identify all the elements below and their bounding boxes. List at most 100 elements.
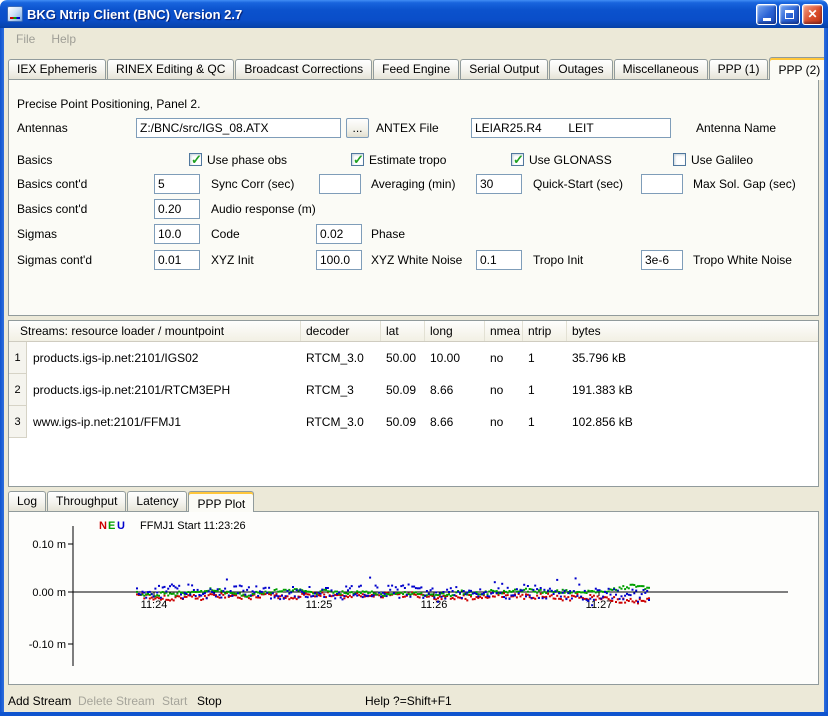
sigma-phase-label: Phase — [371, 224, 405, 244]
cell-decoder: RTCM_3.0 — [301, 342, 381, 374]
main-tabbar: IEX Ephemeris RINEX Editing & QC Broadca… — [8, 56, 820, 79]
sync-corr-label: Sync Corr (sec) — [211, 174, 294, 194]
legend-north: N — [99, 520, 107, 532]
cell-bytes: 35.796 kB — [567, 342, 818, 374]
cell-long: 10.00 — [425, 342, 485, 374]
use-phase-obs-label: Use phase obs — [207, 150, 287, 170]
row-number[interactable]: 2 — [9, 374, 27, 406]
stop-button[interactable]: Stop — [197, 694, 222, 708]
y-tick-label: 0.10 m — [32, 539, 66, 551]
use-galileo-checkbox[interactable] — [673, 153, 686, 166]
antex-file-label: ANTEX File — [376, 118, 439, 138]
maximize-button[interactable] — [779, 4, 800, 25]
bnc-window: BKG Ntrip Client (BNC) Version 2.7 File … — [0, 0, 828, 716]
sigma-phase-input[interactable] — [316, 224, 362, 244]
sync-corr-input[interactable] — [154, 174, 200, 194]
antenna-name-label: Antenna Name — [696, 118, 776, 138]
window-frame-right — [824, 28, 828, 716]
basics-label: Basics — [17, 150, 52, 170]
tab-outages[interactable]: Outages — [549, 59, 612, 79]
audio-response-input[interactable] — [154, 199, 200, 219]
stream-row[interactable]: 3 www.igs-ip.net:2101/FFMJ1 RTCM_3.0 50.… — [9, 406, 818, 438]
antenna-name-input[interactable] — [471, 118, 671, 138]
antex-browse-button[interactable]: ... — [346, 118, 369, 138]
tab-serial-output[interactable]: Serial Output — [460, 59, 548, 79]
quick-start-label: Quick-Start (sec) — [533, 174, 623, 194]
minimize-button[interactable] — [756, 4, 777, 25]
sigma-code-input[interactable] — [154, 224, 200, 244]
tab-broadcast-corrections[interactable]: Broadcast Corrections — [235, 59, 372, 79]
basics-contd2-label: Basics cont'd — [17, 199, 87, 219]
window-frame-left — [0, 28, 4, 716]
minimize-icon — [763, 18, 771, 21]
use-glonass-checkbox[interactable] — [511, 153, 524, 166]
menu-help[interactable]: Help — [43, 30, 84, 48]
cell-bytes: 191.383 kB — [567, 374, 818, 406]
col-header-bytes[interactable]: bytes — [567, 321, 818, 341]
stream-row[interactable]: 2 products.igs-ip.net:2101/RTCM3EPH RTCM… — [9, 374, 818, 406]
tab-miscellaneous[interactable]: Miscellaneous — [614, 59, 708, 79]
add-stream-button[interactable]: Add Stream — [8, 694, 71, 708]
use-galileo-label: Use Galileo — [691, 150, 753, 170]
sigmas-contd-label: Sigmas cont'd — [17, 250, 92, 270]
cell-decoder: RTCM_3.0 — [301, 406, 381, 438]
col-header-long[interactable]: long — [425, 321, 485, 341]
averaging-input[interactable] — [319, 174, 361, 194]
row-number[interactable]: 3 — [9, 406, 27, 438]
xyz-white-noise-label: XYZ White Noise — [371, 250, 462, 270]
antennas-label: Antennas — [17, 118, 68, 138]
tropo-init-input[interactable] — [476, 250, 522, 270]
averaging-label: Averaging (min) — [371, 174, 455, 194]
cell-nmea: no — [485, 374, 523, 406]
footer-toolbar: Add Stream Delete Stream Start Stop Help… — [4, 690, 824, 712]
tab-throughput[interactable]: Throughput — [47, 491, 126, 511]
cell-lat: 50.00 — [381, 342, 425, 374]
titlebar[interactable]: BKG Ntrip Client (BNC) Version 2.7 — [0, 0, 828, 28]
col-header-nmea[interactable]: nmea — [485, 321, 523, 341]
cell-lat: 50.09 — [381, 406, 425, 438]
cell-ntrip: 1 — [523, 406, 567, 438]
stream-row[interactable]: 1 products.igs-ip.net:2101/IGS02 RTCM_3.… — [9, 342, 818, 374]
quick-start-input[interactable] — [476, 174, 522, 194]
tab-ppp-2[interactable]: PPP (2) — [769, 57, 828, 80]
delete-stream-button[interactable]: Delete Stream — [78, 694, 155, 708]
y-tick-label: -0.10 m — [29, 639, 66, 651]
row-number[interactable]: 1 — [9, 342, 27, 374]
ppp-plot-panel: 0.10 m 0.00 m -0.10 m N E U FFMJ1 Start … — [8, 511, 819, 685]
audio-response-label: Audio response (m) — [211, 199, 316, 219]
tropo-init-label: Tropo Init — [533, 250, 583, 270]
col-header-decoder[interactable]: decoder — [301, 321, 381, 341]
cell-nmea: no — [485, 342, 523, 374]
xyz-white-noise-input[interactable] — [316, 250, 362, 270]
plot-title: FFMJ1 Start 11:23:26 — [140, 520, 246, 532]
tropo-white-noise-input[interactable] — [641, 250, 683, 270]
cell-nmea: no — [485, 406, 523, 438]
tab-feed-engine[interactable]: Feed Engine — [373, 59, 459, 79]
basics-contd-label: Basics cont'd — [17, 174, 87, 194]
use-phase-obs-checkbox[interactable] — [189, 153, 202, 166]
tab-ppp-plot[interactable]: PPP Plot — [188, 491, 254, 512]
cell-decoder: RTCM_3 — [301, 374, 381, 406]
tab-latency[interactable]: Latency — [127, 491, 187, 511]
help-hint: Help ?=Shift+F1 — [365, 694, 452, 708]
col-header-ntrip[interactable]: ntrip — [523, 321, 567, 341]
start-button[interactable]: Start — [162, 694, 187, 708]
legend-east: E — [108, 520, 115, 532]
tab-rinex-editing-qc[interactable]: RINEX Editing & QC — [107, 59, 234, 79]
max-sol-gap-input[interactable] — [641, 174, 683, 194]
tab-ppp-1[interactable]: PPP (1) — [709, 59, 769, 79]
menu-file[interactable]: File — [8, 30, 43, 48]
tab-log[interactable]: Log — [8, 491, 46, 511]
xyz-init-input[interactable] — [154, 250, 200, 270]
streams-header-row: Streams: resource loader / mountpoint de… — [9, 321, 818, 342]
close-button[interactable] — [802, 4, 823, 25]
col-header-mountpoint[interactable]: Streams: resource loader / mountpoint — [9, 321, 301, 341]
estimate-tropo-checkbox[interactable] — [351, 153, 364, 166]
use-glonass-label: Use GLONASS — [529, 150, 612, 170]
xyz-init-label: XYZ Init — [211, 250, 254, 270]
antennas-input[interactable] — [136, 118, 341, 138]
col-header-lat[interactable]: lat — [381, 321, 425, 341]
y-tick-label: 0.00 m — [32, 587, 66, 599]
tab-ephemeris[interactable]: IEX Ephemeris — [8, 59, 106, 79]
window-frame-bottom — [0, 712, 828, 716]
